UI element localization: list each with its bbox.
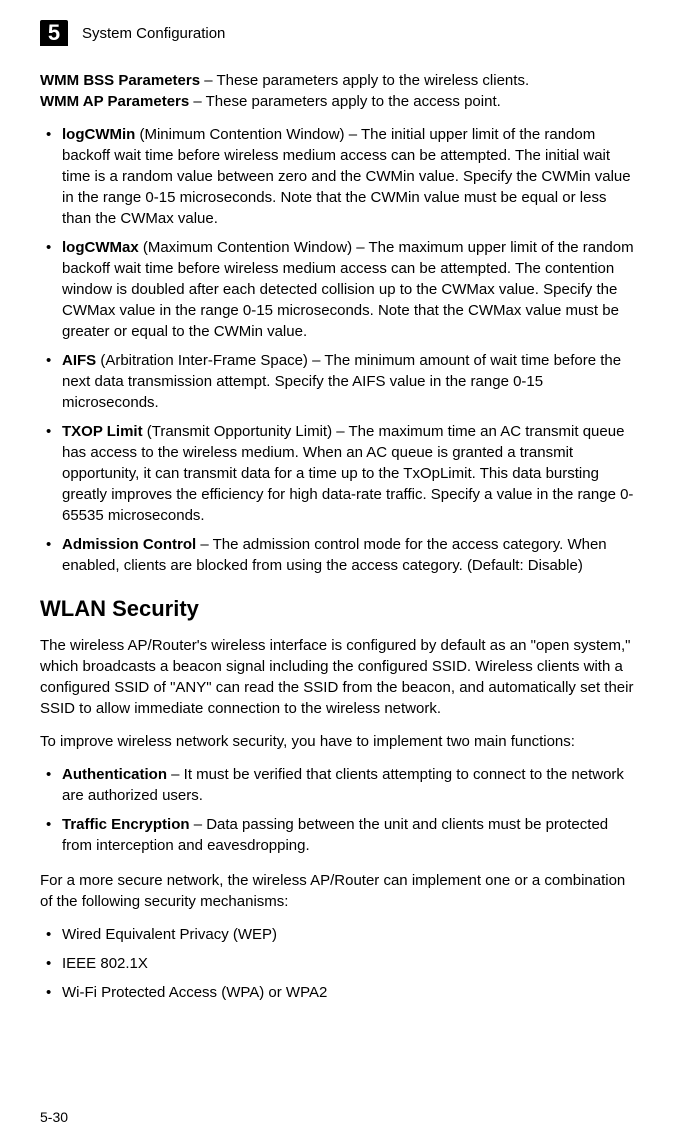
chapter-number-badge: 5: [40, 20, 68, 46]
list-item: Wi-Fi Protected Access (WPA) or WPA2: [40, 982, 639, 1003]
mechanism-text: IEEE 802.1X: [62, 955, 148, 972]
param-term: logCWMin: [62, 126, 135, 143]
intro-term-bss: WMM BSS Parameters: [40, 72, 200, 89]
mechanism-text: Wi-Fi Protected Access (WPA) or WPA2: [62, 984, 327, 1001]
list-item: logCWMin (Minimum Contention Window) – T…: [40, 124, 639, 229]
list-item: Wired Equivalent Privacy (WEP): [40, 924, 639, 945]
list-item: Traffic Encryption – Data passing betwee…: [40, 814, 639, 856]
chapter-title: System Configuration: [82, 23, 225, 44]
param-paren: –: [196, 536, 212, 553]
wlan-mechanisms-list: Wired Equivalent Privacy (WEP) IEEE 802.…: [40, 924, 639, 1003]
list-item: IEEE 802.1X: [40, 953, 639, 974]
param-term: logCWMax: [62, 239, 139, 256]
list-item: TXOP Limit (Transmit Opportunity Limit) …: [40, 421, 639, 526]
intro-term-ap: WMM AP Parameters: [40, 93, 189, 110]
mechanism-text: Wired Equivalent Privacy (WEP): [62, 926, 277, 943]
wlan-para-mechanisms-intro: For a more secure network, the wireless …: [40, 870, 639, 912]
param-term: Admission Control: [62, 536, 196, 553]
func-term: Authentication: [62, 766, 167, 783]
wlan-para-functions-intro: To improve wireless network security, yo…: [40, 731, 639, 752]
wlan-para-intro: The wireless AP/Router's wireless interf…: [40, 635, 639, 719]
param-paren: (Maximum Contention Window) –: [139, 239, 369, 256]
page-number: 5-30: [40, 1108, 68, 1128]
page-header: 5 System Configuration: [40, 20, 639, 46]
list-item: AIFS (Arbitration Inter-Frame Space) – T…: [40, 350, 639, 413]
page-content: WMM BSS Parameters – These parameters ap…: [40, 70, 639, 1003]
list-item: Authentication – It must be verified tha…: [40, 764, 639, 806]
param-paren: (Arbitration Inter-Frame Space) –: [96, 352, 324, 369]
wmm-param-list: logCWMin (Minimum Contention Window) – T…: [40, 124, 639, 576]
param-term: TXOP Limit: [62, 423, 143, 440]
func-term: Traffic Encryption: [62, 816, 190, 833]
list-item: Admission Control – The admission contro…: [40, 534, 639, 576]
wlan-security-heading: WLAN Security: [40, 594, 639, 625]
intro-text-bss: – These parameters apply to the wireless…: [200, 72, 529, 89]
param-term: AIFS: [62, 352, 96, 369]
wlan-functions-list: Authentication – It must be verified tha…: [40, 764, 639, 856]
list-item: logCWMax (Maximum Contention Window) – T…: [40, 237, 639, 342]
intro-paragraph: WMM BSS Parameters – These parameters ap…: [40, 70, 639, 112]
param-paren: (Minimum Contention Window) –: [135, 126, 361, 143]
param-paren: (Transmit Opportunity Limit) –: [143, 423, 349, 440]
intro-text-ap: – These parameters apply to the access p…: [189, 93, 501, 110]
